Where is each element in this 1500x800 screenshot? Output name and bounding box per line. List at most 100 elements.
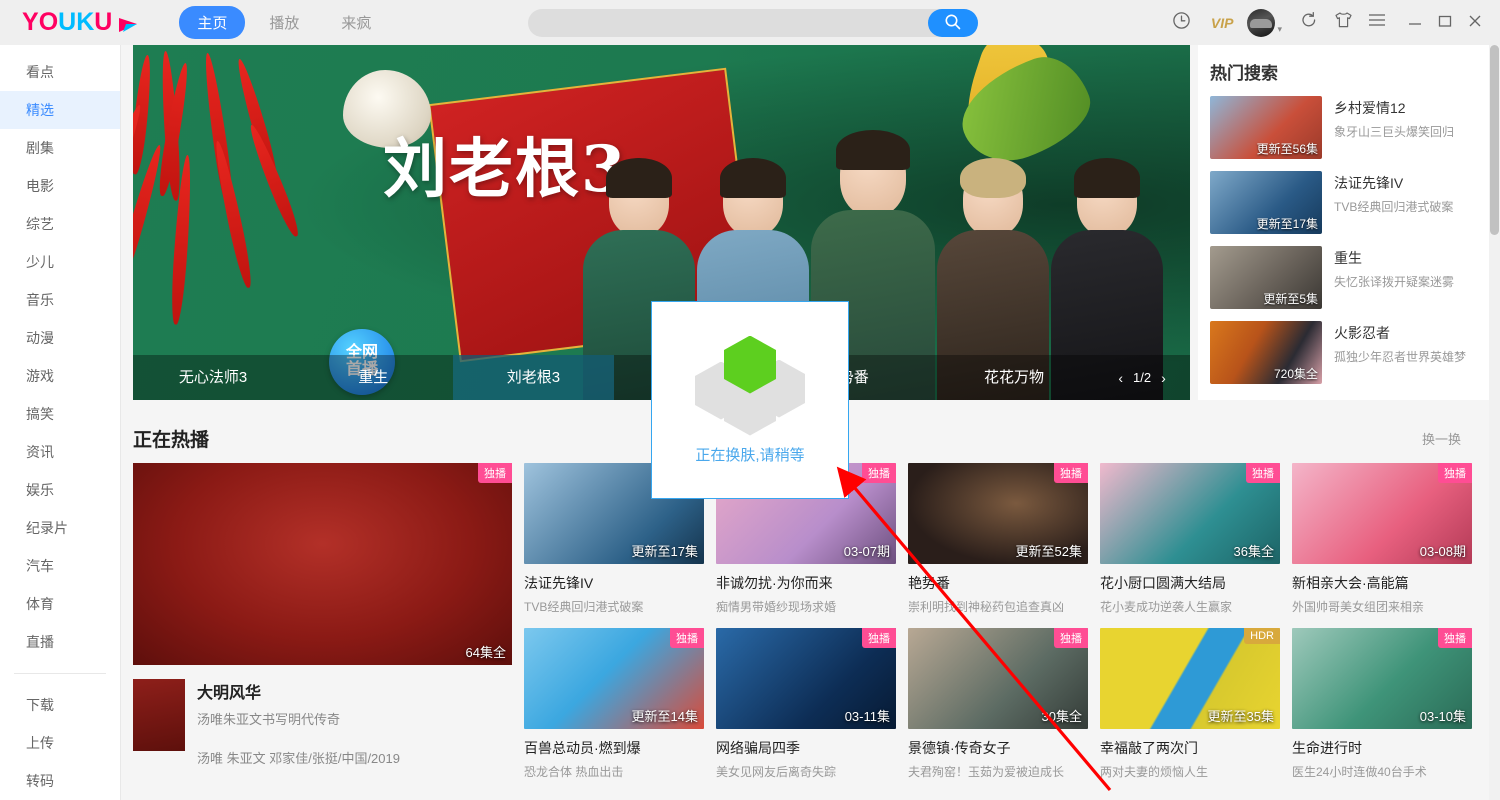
featured-thumbnail: 独播 64集全 (133, 463, 512, 665)
skin-button[interactable] (1326, 0, 1360, 45)
left-sidebar: 看点 精选 剧集 电影 综艺 少儿 音乐 动漫 游戏 搞笑 资讯 娱乐 纪录片 … (0, 45, 121, 800)
content-card[interactable]: 独播 03-08期 新相亲大会·高能篇 外国帅哥美女组团来相亲 (1292, 463, 1484, 615)
sidebar-item-download[interactable]: 下载 (0, 686, 120, 724)
card-thumbnail: 独播 03-10集 (1292, 628, 1472, 729)
hot-search-name: 法证先锋IV (1334, 175, 1404, 191)
card-list: 更新至17集 法证先锋IV TVB经典回归港式破案 独播 03-07期 非诚勿扰… (524, 463, 1484, 793)
sidebar-item-dianying[interactable]: 电影 (0, 167, 120, 205)
hexagon-loader-icon (695, 335, 805, 436)
hot-search-episode: 更新至56集 (1256, 142, 1318, 156)
card-badge: HDR (1244, 628, 1280, 644)
tshirt-icon (1334, 11, 1353, 34)
hero-tab-0[interactable]: 无心法师3 (133, 355, 293, 400)
sidebar-item-tiyu[interactable]: 体育 (0, 585, 120, 623)
hot-search-title: 热门搜索 (1210, 64, 1278, 83)
hot-search-item[interactable]: 720集全 火影忍者 孤独少年忍者世界英雄梦 (1210, 321, 1490, 384)
card-title: 新相亲大会·高能篇 (1292, 575, 1409, 591)
refresh-button[interactable] (1292, 0, 1326, 45)
card-desc: 恐龙合体 热血出击 (524, 765, 624, 779)
sidebar-item-youxi[interactable]: 游戏 (0, 357, 120, 395)
content-card[interactable]: 独播 更新至14集 百兽总动员·燃到爆 恐龙合体 热血出击 (524, 628, 716, 780)
content-card[interactable]: HDR 更新至35集 幸福敲了两次门 两对夫妻的烦恼人生 (1100, 628, 1292, 780)
content-card[interactable]: 独播 03-11集 网络骗局四季 美女见网友后离奇失踪 (716, 628, 908, 780)
refresh-section-button[interactable]: 换一换 (1422, 429, 1461, 448)
nav-tab-play[interactable]: 播放 (251, 6, 317, 39)
featured-badge: 独播 (478, 463, 512, 483)
youku-logo[interactable]: YOUKU (22, 8, 139, 37)
carousel-prev-icon[interactable]: ‹ (1118, 370, 1123, 386)
sidebar-item-yinyue[interactable]: 音乐 (0, 281, 120, 319)
hot-search-panel: 热门搜索 更新至56集 乡村爱情12 象牙山三巨头爆笑回归 更新至17集 法证先… (1198, 45, 1490, 400)
featured-name: 大明风华 (197, 685, 262, 702)
sidebar-item-gaoxiao[interactable]: 搞笑 (0, 395, 120, 433)
hot-search-item[interactable]: 更新至56集 乡村爱情12 象牙山三巨头爆笑回归 (1210, 96, 1490, 159)
sidebar-item-qiche[interactable]: 汽车 (0, 547, 120, 585)
sidebar-item-transcode[interactable]: 转码 (0, 762, 120, 800)
vertical-scrollbar[interactable] (1489, 45, 1500, 800)
chevron-down-icon[interactable]: ▾ (1277, 24, 1282, 35)
card-desc: 花小麦成功逆袭人生赢家 (1100, 600, 1233, 614)
sidebar-item-zongyi[interactable]: 综艺 (0, 205, 120, 243)
sidebar-item-zixun[interactable]: 资讯 (0, 433, 120, 471)
card-episode: 更新至35集 (1207, 709, 1274, 724)
nav-tab-home[interactable]: 主页 (179, 6, 246, 39)
card-title: 艳势番 (908, 575, 950, 591)
avatar[interactable] (1247, 8, 1276, 37)
nav-tab-laifeng[interactable]: 来疯 (323, 6, 389, 39)
sidebar-item-kandian[interactable]: 看点 (0, 53, 120, 91)
hot-search-item[interactable]: 更新至5集 重生 失忆张译拨开疑案迷雾 (1210, 246, 1490, 309)
card-episode: 更新至14集 (631, 709, 698, 724)
clock-icon (1172, 11, 1191, 35)
primary-nav-tabs: 主页 播放 来疯 (179, 6, 389, 39)
minimize-button[interactable] (1400, 0, 1430, 45)
card-badge: 独播 (1054, 628, 1088, 648)
maximize-button[interactable] (1430, 0, 1460, 45)
sidebar-item-dongman[interactable]: 动漫 (0, 319, 120, 357)
logo-letter: Y (22, 8, 39, 36)
logo-letter: O (38, 8, 59, 36)
card-badge: 独播 (1246, 463, 1280, 483)
card-title: 生命进行时 (1292, 740, 1362, 756)
content-card[interactable]: 独播 30集全 景德镇·传奇女子 夫君殉窑！玉茹为爱被迫成长 (908, 628, 1100, 780)
hero-pagination: ‹ 1/2 › (1094, 355, 1190, 400)
card-badge: 独播 (862, 628, 896, 648)
sidebar-item-juji[interactable]: 剧集 (0, 129, 120, 167)
card-episode: 更新至17集 (631, 544, 698, 559)
hot-search-desc: 孤独少年忍者世界英雄梦 (1334, 350, 1467, 364)
sidebar-item-jilupian[interactable]: 纪录片 (0, 509, 120, 547)
card-title: 非诚勿扰·为你而来 (716, 575, 833, 591)
content-card[interactable]: 独播 更新至52集 艳势番 崇利明找到神秘药包追查真凶 (908, 463, 1100, 615)
close-button[interactable] (1460, 0, 1490, 45)
sidebar-item-upload[interactable]: 上传 (0, 724, 120, 762)
hero-tab-1[interactable]: 重生 (293, 355, 453, 400)
play-arrow-icon (117, 13, 139, 33)
featured-card[interactable]: 独播 64集全 大明风华 汤唯朱亚文书写明代传奇 汤唯 朱亚文 邓家佳/张挺/中… (133, 463, 512, 767)
sidebar-item-yule[interactable]: 娱乐 (0, 471, 120, 509)
card-episode: 更新至52集 (1015, 544, 1082, 559)
featured-episode: 64集全 (465, 645, 506, 660)
history-button[interactable] (1165, 0, 1199, 45)
carousel-next-icon[interactable]: › (1161, 370, 1166, 386)
sidebar-divider (14, 673, 106, 674)
hot-search-name: 乡村爱情12 (1334, 100, 1406, 116)
search-button[interactable] (928, 9, 978, 37)
sidebar-item-zhibo[interactable]: 直播 (0, 623, 120, 661)
featured-info: 大明风华 汤唯朱亚文书写明代传奇 汤唯 朱亚文 邓家佳/张挺/中国/2019 (133, 665, 512, 767)
vip-button[interactable]: VIP (1199, 15, 1246, 31)
search-input[interactable] (528, 15, 928, 31)
sidebar-item-shaoer[interactable]: 少儿 (0, 243, 120, 281)
scrollbar-thumb[interactable] (1490, 45, 1499, 235)
hero-tab-2[interactable]: 刘老根3 (453, 355, 614, 400)
hot-search-item[interactable]: 更新至17集 法证先锋IV TVB经典回归港式破案 (1210, 171, 1490, 234)
card-badge: 独播 (1054, 463, 1088, 483)
hero-tab-5[interactable]: 花花万物 (934, 355, 1094, 400)
menu-button[interactable] (1360, 0, 1394, 45)
content-card[interactable]: 独播 36集全 花小厨口圆满大结局 花小麦成功逆袭人生赢家 (1100, 463, 1292, 615)
card-title: 花小厨口圆满大结局 (1100, 575, 1226, 591)
content-card[interactable]: 独播 03-10集 生命进行时 医生24小时连做40台手术 (1292, 628, 1484, 780)
card-desc: 医生24小时连做40台手术 (1292, 765, 1427, 779)
sidebar-item-jingxuan[interactable]: 精选 (0, 91, 120, 129)
card-episode: 03-07期 (843, 544, 890, 559)
modal-message: 正在换肤,请稍等 (695, 446, 805, 464)
hot-search-desc: TVB经典回归港式破案 (1334, 200, 1454, 214)
